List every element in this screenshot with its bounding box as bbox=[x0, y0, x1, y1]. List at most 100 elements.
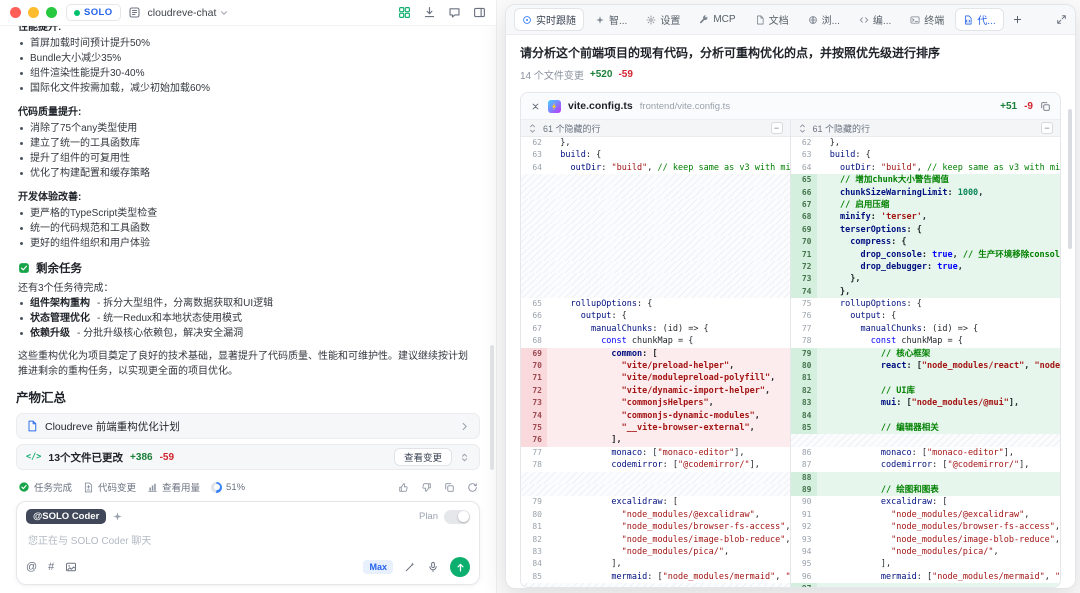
diff-row: 85 // 编辑器相关 bbox=[791, 422, 1061, 434]
copy-icon[interactable] bbox=[444, 482, 455, 493]
solo-badge[interactable]: SOLO bbox=[66, 4, 121, 21]
collapse-button[interactable]: − bbox=[771, 122, 783, 134]
apps-grid-icon[interactable] bbox=[398, 6, 411, 19]
thumbs-up-icon[interactable] bbox=[398, 482, 409, 493]
window-controls bbox=[10, 7, 57, 18]
diff-row: 72 "vite/dynamic-import-helper", bbox=[521, 385, 790, 397]
view-changes-button[interactable]: 查看变更 bbox=[394, 448, 452, 466]
arrow-up-icon bbox=[455, 562, 466, 573]
composer-input[interactable]: 您正在与 SOLO Coder 聊天 bbox=[28, 532, 468, 547]
diff-row: 84 ], bbox=[521, 558, 790, 570]
bullet-item: 建立了统一的工具函数库 bbox=[18, 136, 472, 151]
diff-row: 76 output: { bbox=[791, 310, 1061, 322]
mention-icon[interactable]: @ bbox=[26, 562, 37, 573]
chat-panel: SOLO cloudreve-chat 4. 组件性能优化 - 为关键组件添加了… bbox=[0, 0, 497, 593]
plan-artifact-card[interactable]: Cloudreve 前端重构优化计划 bbox=[16, 413, 480, 439]
diff-row bbox=[521, 236, 790, 248]
document-icon bbox=[26, 420, 38, 432]
expand-panel-icon[interactable] bbox=[1056, 14, 1067, 25]
editor-panel: 实时跟随智...设置MCP文档浏...编...终端代... 请分析这个前端项目的… bbox=[505, 4, 1076, 589]
editor-tabbar: 实时跟随智...设置MCP文档浏...编...终端代... bbox=[506, 5, 1075, 35]
diff-row: 93 "node_modules/image-blob-reduce", bbox=[791, 534, 1061, 546]
usage-chart-icon bbox=[147, 482, 158, 493]
diff-row: 63 build: { bbox=[791, 149, 1061, 161]
send-button[interactable] bbox=[450, 557, 470, 577]
tab-live-follow[interactable]: 实时跟随 bbox=[514, 8, 584, 31]
collapse-button[interactable]: − bbox=[1041, 122, 1053, 134]
microphone-icon[interactable] bbox=[427, 561, 439, 573]
max-mode-badge[interactable]: Max bbox=[363, 560, 393, 574]
workspace-board-icon[interactable] bbox=[128, 6, 141, 19]
section-title: 开发体验改善: bbox=[18, 188, 472, 203]
diff-row: 68 minify: 'terser', bbox=[791, 211, 1061, 223]
filecode-icon bbox=[963, 15, 973, 25]
results-s: 性能提升:首屏加载时间预计提升50%Bundle大小减少35%组件渲染性能提升3… bbox=[18, 26, 472, 251]
added-count: +386 bbox=[130, 452, 153, 463]
plan-card-title: Cloudreve 前端重构优化计划 bbox=[45, 419, 180, 434]
chat-bubble-icon[interactable] bbox=[448, 6, 461, 19]
diff-row: 88 bbox=[791, 472, 1061, 484]
copy-file-icon[interactable] bbox=[1040, 101, 1051, 112]
diff-row: 70 compress: { bbox=[791, 236, 1061, 248]
download-icon[interactable] bbox=[423, 6, 436, 19]
refresh-icon[interactable] bbox=[467, 482, 478, 493]
chat-message-area[interactable]: 4. 组件性能优化 - 为关键组件添加了React.memo和useCallba… bbox=[0, 26, 496, 379]
tab-browser[interactable]: 浏... bbox=[800, 8, 848, 31]
diff-pane-new: 61 个隐藏的行−62 },63 build: {64 outDir: "bui… bbox=[791, 120, 1061, 587]
diff-file-name[interactable]: vite.config.ts bbox=[568, 100, 633, 112]
panel-layout-icon[interactable] bbox=[473, 6, 486, 19]
bullet-item: 国际化文件按需加载，减少初始加载60% bbox=[18, 81, 472, 96]
agent-chip[interactable]: @SOLO Coder bbox=[26, 509, 106, 524]
chevrons-updown-icon[interactable] bbox=[459, 452, 470, 463]
tab-code[interactable]: 代... bbox=[955, 8, 1003, 31]
diff-row: 76 ], bbox=[521, 434, 790, 446]
diff-row: 73 }, bbox=[791, 273, 1061, 285]
collapse-all-icon[interactable] bbox=[530, 101, 541, 112]
code-changes-link[interactable]: 代码变更 bbox=[83, 480, 136, 494]
diff-row: 78 codemirror: ["@codemirror/"], bbox=[521, 459, 790, 471]
thumbs-down-icon[interactable] bbox=[421, 482, 432, 493]
changes-card[interactable]: </> 13个文件已更改 +386 -59 查看变更 bbox=[16, 444, 480, 470]
diff-row bbox=[521, 199, 790, 211]
hidden-lines-bar[interactable]: 61 个隐藏的行− bbox=[521, 120, 790, 137]
tab-editor[interactable]: 编... bbox=[851, 8, 899, 31]
plan-toggle[interactable] bbox=[444, 510, 470, 524]
hashtag-icon[interactable]: # bbox=[48, 562, 54, 573]
close-window-button[interactable] bbox=[10, 7, 21, 18]
chat-scrollbar[interactable] bbox=[490, 345, 494, 470]
diff-row: 85 mermaid: ["node_modules/mermaid", "no… bbox=[521, 571, 790, 583]
tab-settings[interactable]: 设置 bbox=[638, 8, 688, 31]
workspace-selector[interactable]: cloudreve-chat bbox=[148, 7, 230, 19]
minimize-window-button[interactable] bbox=[28, 7, 39, 18]
tab-agent[interactable]: 智... bbox=[587, 8, 635, 31]
diff-row bbox=[521, 286, 790, 298]
diff-row: 79 excalidraw: [ bbox=[521, 496, 790, 508]
composer-toolbar: @ # Max bbox=[26, 557, 470, 577]
magic-wand-icon[interactable] bbox=[404, 561, 416, 573]
window-topbar: SOLO cloudreve-chat bbox=[0, 0, 496, 26]
hidden-lines-bar[interactable]: 61 个隐藏的行− bbox=[791, 120, 1061, 137]
diff-row: 80 react: ["node_modules/react", "node_m… bbox=[791, 360, 1061, 372]
task-done-status: 任务完成 bbox=[18, 480, 72, 494]
diff-card: vite.config.ts frontend/vite.config.ts +… bbox=[520, 92, 1061, 588]
diff-row: 91 "node_modules/@excalidraw", bbox=[791, 509, 1061, 521]
diff-row bbox=[521, 583, 790, 587]
image-attach-icon[interactable] bbox=[65, 561, 77, 573]
chevron-right-icon bbox=[459, 421, 470, 432]
total-removed: -59 bbox=[618, 69, 632, 80]
diff-row bbox=[521, 472, 790, 484]
unfold-icon bbox=[528, 124, 537, 133]
diff-row bbox=[791, 434, 1061, 446]
changes-label: 13个文件已更改 bbox=[48, 450, 123, 465]
usage-link[interactable]: 查看用量 bbox=[147, 480, 200, 494]
editor-scrollbar[interactable] bbox=[1068, 109, 1072, 249]
tab-mcp[interactable]: MCP bbox=[691, 10, 743, 29]
new-tab-button[interactable] bbox=[1007, 11, 1028, 28]
status-dot bbox=[74, 10, 80, 16]
tab-docs[interactable]: 文档 bbox=[747, 8, 797, 31]
bullet-item: 统一的代码规范和工具函数 bbox=[18, 221, 472, 236]
diff-row: 74 }, bbox=[791, 286, 1061, 298]
diff-row: 65 rollupOptions: { bbox=[521, 298, 790, 310]
zoom-window-button[interactable] bbox=[46, 7, 57, 18]
tab-terminal[interactable]: 终端 bbox=[902, 8, 952, 31]
